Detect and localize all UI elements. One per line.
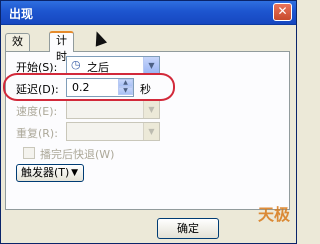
ok-button[interactable]: 确定 [157,218,219,239]
start-select[interactable]: ◷ 之后 ▼ [66,56,160,75]
delay-label: 延迟(D): [16,83,59,96]
speed-dropdown-arrow-icon[interactable]: ▼ [143,101,159,118]
start-label: 开始(S): [16,61,58,74]
rewind-label: 播完后快退(W) [40,148,115,161]
tab-timing-label: 计时 [56,34,67,63]
trigger-button[interactable]: 触发器(T) ▼ [16,164,84,182]
rewind-checkbox[interactable] [23,147,35,159]
repeat-select[interactable]: ▼ [66,122,160,141]
start-dropdown-arrow-icon[interactable]: ▼ [143,57,159,74]
start-value: 之后 [87,61,109,74]
timing-panel: 开始(S): ◷ 之后 ▼ 延迟(D): 0.2 ▲ ▼ 秒 速度(E): ▼ … [5,51,290,210]
delay-value: 0.2 [72,81,90,94]
speed-select[interactable]: ▼ [66,100,160,119]
repeat-dropdown-arrow-icon[interactable]: ▼ [143,123,159,140]
chevron-down-icon: ▼ [71,168,78,178]
delay-input[interactable]: 0.2 ▲ ▼ [66,78,134,97]
title-bar: 出现 ✕ [1,1,296,25]
repeat-label: 重复(R): [16,127,58,140]
tab-timing[interactable]: 计时 [49,31,74,63]
spin-down-icon[interactable]: ▼ [118,87,133,95]
clock-icon: ◷ [71,58,81,71]
trigger-label: 触发器(T) [21,166,70,179]
spin-up-icon[interactable]: ▲ [118,79,133,87]
close-button[interactable]: ✕ [273,3,292,21]
window-title: 出现 [9,7,34,21]
dialog-window: 出现 ✕ 效果 计时 开始(S): ◷ 之后 ▼ 延迟(D): 0.2 ▲ ▼ … [0,0,297,244]
ok-label: 确定 [177,222,199,235]
delay-spinner[interactable]: ▲ ▼ [118,79,133,96]
mouse-pointer-icon [90,29,108,47]
delay-unit: 秒 [140,83,151,96]
speed-label: 速度(E): [16,105,58,118]
watermark-logo: 天极 [257,205,290,224]
tab-effects[interactable]: 效果 [5,33,30,64]
